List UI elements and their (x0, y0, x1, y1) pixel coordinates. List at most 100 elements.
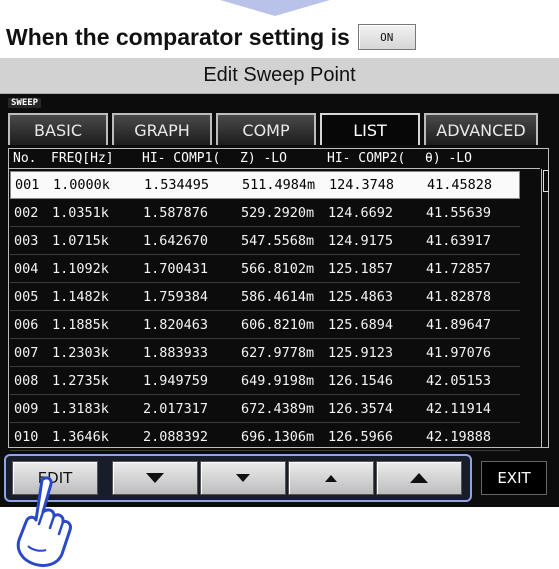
cell-hi-comp2: 124.3748 (329, 177, 395, 193)
cell-z-lo: 672.4389m (241, 400, 315, 417)
cell-z-lo: 547.5568m (241, 232, 315, 249)
cell-hi-comp1: 1.587876 (143, 204, 209, 221)
table-row[interactable]: 003 1.0715k 1.642670 547.5568m 124.9175 … (10, 227, 520, 255)
cell-hi-comp1: 1.883933 (143, 344, 209, 361)
cell-freq: 1.3646k (52, 428, 109, 445)
instrument-screen: SWEEP BASIC GRAPH COMP LIST ADVANCED No.… (0, 94, 559, 507)
page-up-button[interactable] (376, 461, 462, 495)
cell-hi-comp2: 124.6692 (328, 204, 394, 221)
cell-hi-comp2: 126.1546 (328, 372, 394, 389)
table-row[interactable]: 007 1.2303k 1.883933 627.9778m 125.9123 … (10, 339, 520, 367)
cell-theta-lo: 41.55639 (426, 204, 492, 221)
cell-z-lo: 566.8102m (241, 260, 315, 277)
cell-freq: 1.2303k (52, 344, 109, 361)
cell-z-lo: 606.8210m (241, 316, 315, 333)
cell-z-lo: 586.4614m (241, 288, 315, 305)
cell-no: 005 (14, 288, 39, 305)
header-hi-comp2: HI- COMP2( (327, 151, 406, 166)
cell-z-lo: 649.9198m (241, 372, 315, 389)
cell-hi-comp2: 125.4863 (328, 288, 394, 305)
cell-no: 001 (15, 177, 40, 193)
cell-hi-comp1: 1.534495 (144, 177, 210, 193)
cell-z-lo: 529.2920m (241, 204, 315, 221)
tab-basic[interactable]: BASIC (8, 113, 108, 145)
cell-no: 004 (14, 260, 39, 277)
cell-no: 006 (14, 316, 39, 333)
down-arrow-indicator-icon (220, 0, 330, 16)
cell-freq: 1.1885k (52, 316, 109, 333)
header-hi-comp1: HI- COMP1( (142, 151, 221, 166)
cell-z-lo: 511.4984m (242, 177, 316, 193)
down-button[interactable] (200, 461, 286, 495)
cell-theta-lo: 42.11914 (426, 400, 492, 417)
tab-graph[interactable]: GRAPH (112, 113, 212, 145)
double-up-arrow-icon (410, 473, 428, 483)
table-row[interactable]: 002 1.0351k 1.587876 529.2920m 124.6692 … (10, 199, 520, 227)
bottom-button-bar: EDIT EXIT (4, 454, 551, 502)
cell-hi-comp2: 125.9123 (328, 344, 394, 361)
header-theta-lo: θ) -LO (425, 151, 472, 166)
cell-hi-comp2: 124.9175 (328, 232, 394, 249)
table-row[interactable]: 006 1.1885k 1.820463 606.8210m 125.6894 … (10, 311, 520, 339)
table-scrollbar[interactable] (541, 169, 549, 447)
caption-text: When the comparator setting is (6, 23, 350, 50)
cell-theta-lo: 42.19888 (426, 428, 492, 445)
comparator-caption: When the comparator setting is ON (6, 20, 416, 54)
cell-no: 002 (14, 204, 39, 221)
cell-no: 009 (14, 400, 39, 417)
cell-hi-comp1: 1.759384 (143, 288, 209, 305)
cell-freq: 1.0000k (53, 177, 110, 193)
cell-z-lo: 627.9778m (241, 344, 315, 361)
cell-hi-comp1: 2.017317 (143, 400, 209, 417)
double-down-arrow-icon (146, 473, 164, 483)
cell-freq: 1.1482k (52, 288, 109, 305)
exit-button[interactable]: EXIT (481, 461, 547, 495)
table-header: No. FREQ[Hz] HI- COMP1( Z) -LO HI- COMP2… (9, 149, 540, 169)
tab-bar: BASIC GRAPH COMP LIST ADVANCED (8, 113, 551, 145)
tab-advanced[interactable]: ADVANCED (424, 113, 538, 145)
cell-hi-comp2: 125.1857 (328, 260, 394, 277)
table-row[interactable]: 009 1.3183k 2.017317 672.4389m 126.3574 … (10, 395, 520, 423)
cell-hi-comp1: 1.949759 (143, 372, 209, 389)
cell-z-lo: 696.1306m (241, 428, 315, 445)
cell-freq: 1.0351k (52, 204, 109, 221)
tab-comp[interactable]: COMP (216, 113, 316, 145)
cell-theta-lo: 41.45828 (427, 177, 493, 193)
cell-theta-lo: 41.97076 (426, 344, 492, 361)
sweep-point-table: No. FREQ[Hz] HI- COMP1( Z) -LO HI- COMP2… (8, 148, 549, 451)
table-row[interactable]: 005 1.1482k 1.759384 586.4614m 125.4863 … (10, 283, 520, 311)
table-row[interactable]: 004 1.1092k 1.700431 566.8102m 125.1857 … (10, 255, 520, 283)
scrollbar-thumb[interactable] (543, 170, 549, 192)
cell-hi-comp2: 126.3574 (328, 400, 394, 417)
window-title: Edit Sweep Point (0, 58, 559, 94)
cell-hi-comp1: 1.700431 (143, 260, 209, 277)
cell-no: 003 (14, 232, 39, 249)
cell-freq: 1.1092k (52, 260, 109, 277)
table-row[interactable]: 010 1.3646k 2.088392 696.1306m 126.5966 … (10, 423, 520, 451)
cell-freq: 1.2735k (52, 372, 109, 389)
cell-theta-lo: 42.05153 (426, 372, 492, 389)
cell-hi-comp1: 2.088392 (143, 428, 209, 445)
page-down-button[interactable] (112, 461, 198, 495)
cell-freq: 1.3183k (52, 400, 109, 417)
tab-list[interactable]: LIST (320, 113, 420, 145)
cell-theta-lo: 41.82878 (426, 288, 492, 305)
table-row[interactable]: 001 1.0000k 1.534495 511.4984m 124.3748 … (10, 171, 520, 199)
cell-no: 008 (14, 372, 39, 389)
up-button[interactable] (288, 461, 374, 495)
cell-theta-lo: 41.89647 (426, 316, 492, 333)
down-arrow-icon (236, 474, 250, 482)
table-row[interactable]: 008 1.2735k 1.949759 649.9198m 126.1546 … (10, 367, 520, 395)
cell-freq: 1.0715k (52, 232, 109, 249)
cell-no: 010 (14, 428, 39, 445)
cell-theta-lo: 41.72857 (426, 260, 492, 277)
header-freq: FREQ[Hz] (51, 151, 114, 166)
header-no: No. (13, 151, 37, 166)
cell-hi-comp2: 125.6894 (328, 316, 394, 333)
cell-hi-comp2: 126.5966 (328, 428, 394, 445)
cell-hi-comp1: 1.642670 (143, 232, 209, 249)
cell-theta-lo: 41.63917 (426, 232, 492, 249)
comparator-on-key: ON (357, 24, 416, 50)
up-arrow-icon (325, 474, 337, 482)
cell-hi-comp1: 1.820463 (143, 316, 209, 333)
